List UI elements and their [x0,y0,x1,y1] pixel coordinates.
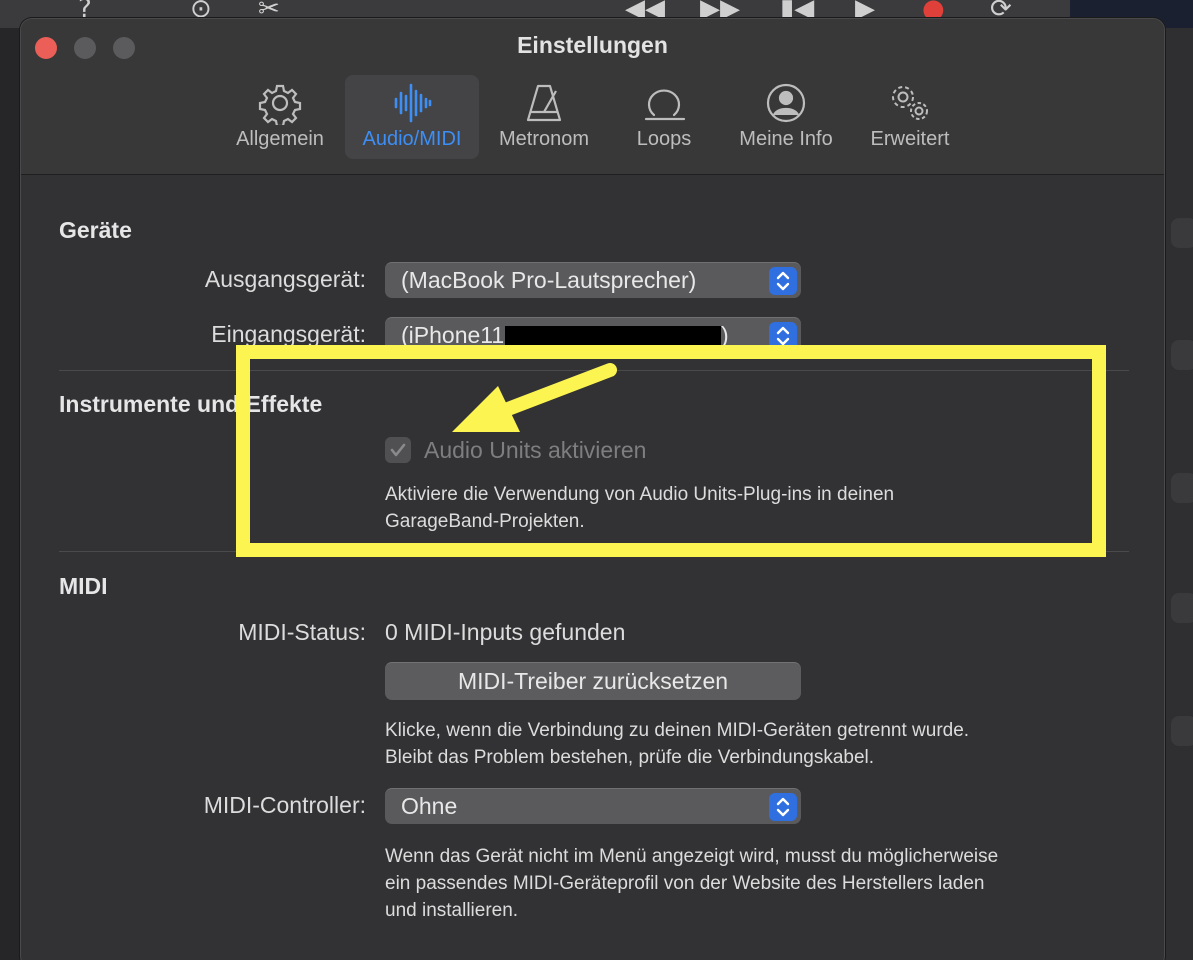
annotation-arrow-icon [452,363,617,432]
